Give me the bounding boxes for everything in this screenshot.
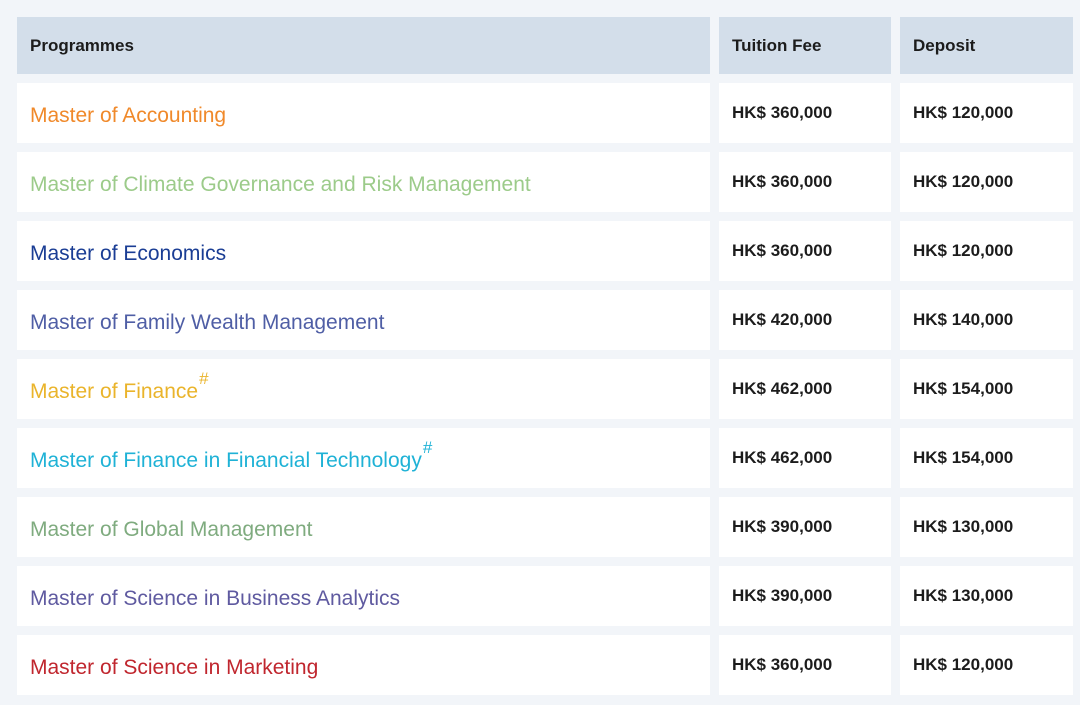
programme-name: Master of Finance in Financial Technolog…	[30, 448, 422, 472]
programme-cell: Master of Global Management	[17, 497, 710, 557]
programme-cell: Master of Economics	[17, 221, 710, 281]
programme-link[interactable]: Master of Accounting	[30, 99, 227, 128]
tuition-fee-value: HK$ 462,000	[732, 448, 833, 467]
table-row: Master of Economics HK$ 360,000 HK$ 120,…	[17, 221, 1073, 281]
tuition-fee-cell: HK$ 360,000	[719, 83, 891, 143]
programme-link[interactable]: Master of Family Wealth Management	[30, 306, 385, 335]
deposit-value: HK$ 120,000	[913, 103, 1014, 122]
programme-cell: Master of Family Wealth Management	[17, 290, 710, 350]
deposit-cell: HK$ 140,000	[900, 290, 1073, 350]
programme-link[interactable]: Master of Science in Business Analytics	[30, 582, 401, 611]
programme-cell: Master of Climate Governance and Risk Ma…	[17, 152, 710, 212]
deposit-value: HK$ 154,000	[913, 448, 1014, 467]
deposit-value: HK$ 140,000	[913, 310, 1014, 329]
programme-cell: Master of Science in Marketing	[17, 635, 710, 695]
programme-name: Master of Family Wealth Management	[30, 310, 385, 334]
programme-name: Master of Science in Marketing	[30, 655, 319, 679]
table-row: Master of Climate Governance and Risk Ma…	[17, 152, 1073, 212]
tuition-fee-value: HK$ 360,000	[732, 172, 833, 191]
deposit-cell: HK$ 120,000	[900, 152, 1073, 212]
deposit-cell: HK$ 154,000	[900, 428, 1073, 488]
deposit-cell: HK$ 130,000	[900, 566, 1073, 626]
programme-cell: Master of Finance in Financial Technolog…	[17, 428, 710, 488]
tuition-fee-value: HK$ 360,000	[732, 103, 833, 122]
tuition-fee-value: HK$ 360,000	[732, 655, 833, 674]
deposit-cell: HK$ 120,000	[900, 83, 1073, 143]
table-row: Master of Global Management HK$ 390,000 …	[17, 497, 1073, 557]
deposit-value: HK$ 120,000	[913, 172, 1014, 191]
deposit-value: HK$ 130,000	[913, 517, 1014, 536]
tuition-fee-cell: HK$ 360,000	[719, 152, 891, 212]
header-programmes: Programmes	[17, 17, 710, 74]
programme-link[interactable]: Master of Finance#	[30, 369, 209, 404]
deposit-cell: HK$ 120,000	[900, 221, 1073, 281]
header-tuition-fee: Tuition Fee	[719, 17, 891, 74]
tuition-fee-cell: HK$ 462,000	[719, 428, 891, 488]
programme-link[interactable]: Master of Science in Marketing	[30, 651, 319, 680]
programme-name: Master of Finance	[30, 379, 199, 403]
tuition-fee-value: HK$ 360,000	[732, 241, 833, 260]
programme-name: Master of Global Management	[30, 517, 313, 541]
deposit-cell: HK$ 154,000	[900, 359, 1073, 419]
footnote-mark: #	[199, 368, 209, 388]
programme-name: Master of Accounting	[30, 103, 227, 127]
programme-cell: Master of Science in Business Analytics	[17, 566, 710, 626]
deposit-value: HK$ 130,000	[913, 586, 1014, 605]
table-row: Master of Finance# HK$ 462,000 HK$ 154,0…	[17, 359, 1073, 419]
tuition-fee-cell: HK$ 360,000	[719, 635, 891, 695]
tuition-fee-cell: HK$ 390,000	[719, 566, 891, 626]
tuition-fee-value: HK$ 420,000	[732, 310, 833, 329]
deposit-cell: HK$ 130,000	[900, 497, 1073, 557]
programme-link[interactable]: Master of Economics	[30, 237, 227, 266]
tuition-fee-cell: HK$ 390,000	[719, 497, 891, 557]
footnote-mark: #	[422, 437, 433, 457]
tuition-fee-cell: HK$ 420,000	[719, 290, 891, 350]
programme-cell: Master of Finance#	[17, 359, 710, 419]
fee-table: Programmes Tuition Fee Deposit Master of…	[17, 17, 1073, 704]
tuition-fee-cell: HK$ 462,000	[719, 359, 891, 419]
header-deposit: Deposit	[900, 17, 1073, 74]
programme-name: Master of Climate Governance and Risk Ma…	[30, 172, 531, 196]
programme-cell: Master of Accounting	[17, 83, 710, 143]
table-row: Master of Family Wealth Management HK$ 4…	[17, 290, 1073, 350]
tuition-fee-value: HK$ 390,000	[732, 517, 833, 536]
programme-link[interactable]: Master of Finance in Financial Technolog…	[30, 438, 432, 473]
deposit-value: HK$ 120,000	[913, 655, 1014, 674]
table-row: Master of Science in Marketing HK$ 360,0…	[17, 635, 1073, 695]
table-row: Master of Finance in Financial Technolog…	[17, 428, 1073, 488]
tuition-fee-value: HK$ 390,000	[732, 586, 833, 605]
tuition-fee-cell: HK$ 360,000	[719, 221, 891, 281]
deposit-value: HK$ 120,000	[913, 241, 1014, 260]
programme-link[interactable]: Master of Climate Governance and Risk Ma…	[30, 168, 532, 197]
deposit-value: HK$ 154,000	[913, 379, 1014, 398]
programme-name: Master of Economics	[30, 241, 227, 265]
programme-name: Master of Science in Business Analytics	[30, 586, 401, 610]
deposit-cell: HK$ 120,000	[900, 635, 1073, 695]
tuition-fee-value: HK$ 462,000	[732, 379, 833, 398]
programme-link[interactable]: Master of Global Management	[30, 513, 313, 542]
table-row: Master of Science in Business Analytics …	[17, 566, 1073, 626]
table-header-row: Programmes Tuition Fee Deposit	[17, 17, 1073, 74]
table-row: Master of Accounting HK$ 360,000 HK$ 120…	[17, 83, 1073, 143]
